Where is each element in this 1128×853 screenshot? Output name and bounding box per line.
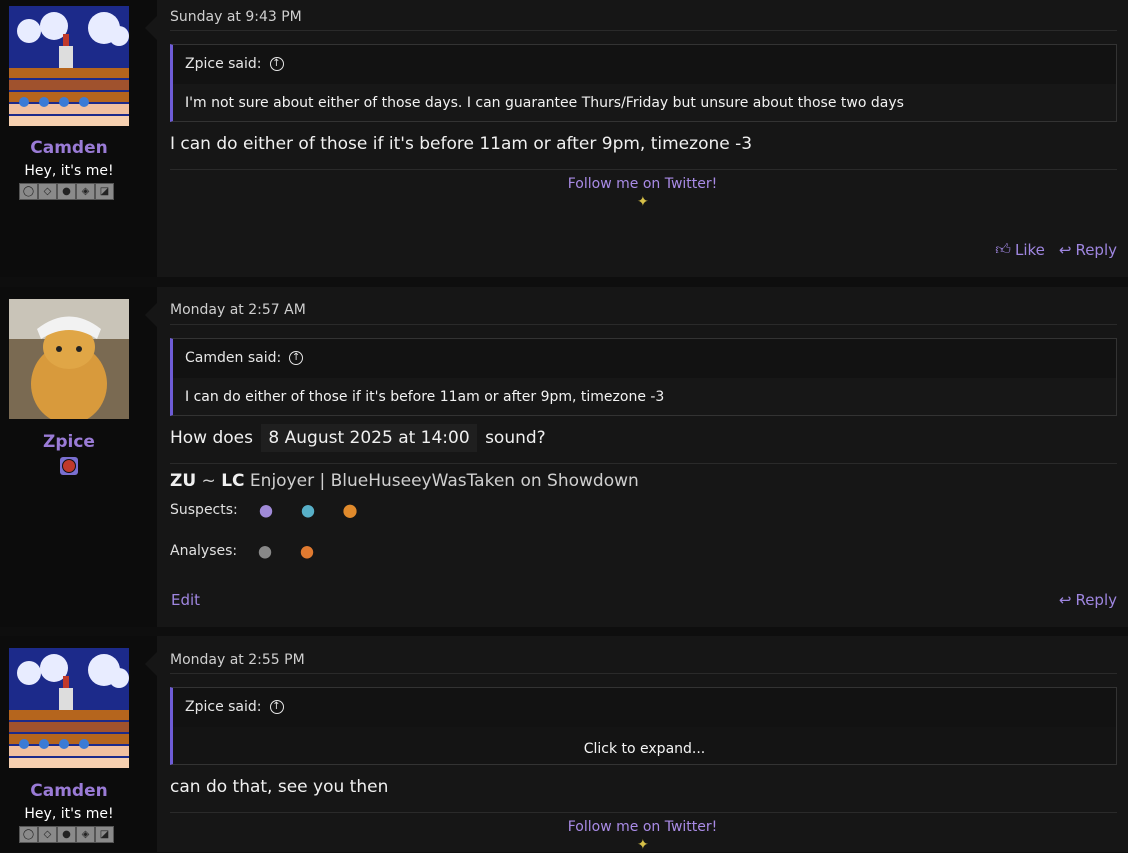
- message-text: How does: [170, 428, 253, 448]
- thumbs-up-icon: 👍︎: [995, 240, 1011, 258]
- post-1: Camden Hey, it's me! ◯ ◇ ● ◈ ◪ Sunday at…: [0, 0, 1128, 277]
- suspects-row: Suspects:: [170, 497, 364, 523]
- badge-icon: ◯: [19, 183, 38, 200]
- analyses-label: Analyses:: [170, 543, 238, 559]
- post-content: Monday at 2:57 AM Camden said: ↑ I can d…: [157, 287, 1128, 627]
- quote-author: Zpice said:: [185, 56, 262, 72]
- badge-icon: ◈: [76, 826, 95, 843]
- divider: [170, 463, 1117, 464]
- reply-icon: ↩: [1058, 591, 1072, 609]
- post-actions: ↩ Reply: [1059, 591, 1117, 609]
- pokemon-sprite-icon: [251, 497, 280, 523]
- reply-icon: ↩: [1058, 240, 1072, 259]
- post-arrow: [145, 652, 157, 676]
- pokemon-sprite-icon: [251, 538, 280, 564]
- username[interactable]: Zpice: [0, 432, 138, 452]
- quote-text: I'm not sure about either of those days.…: [185, 95, 904, 111]
- signature-link[interactable]: Follow me on Twitter!: [157, 176, 1128, 192]
- badge-icon: ◈: [76, 183, 95, 200]
- badge-icon: ◇: [38, 826, 57, 843]
- like-button[interactable]: 👍︎ Like: [995, 240, 1045, 259]
- user-title: Hey, it's me!: [24, 806, 114, 822]
- badge-icon: ◪: [95, 183, 114, 200]
- signature-link[interactable]: Follow me on Twitter!: [157, 819, 1128, 835]
- expand-quote-button[interactable]: Click to expand...: [173, 727, 1116, 764]
- edit-button[interactable]: Edit: [171, 591, 200, 609]
- sig-rest: Enjoyer | BlueHuseeyWasTaken on Showdown: [249, 471, 639, 491]
- user-title: Hey, it's me!: [24, 163, 114, 179]
- post-3: Camden Hey, it's me! ◯ ◇ ● ◈ ◪ Monday at…: [0, 636, 1128, 853]
- badge-icon: ◯: [19, 826, 38, 843]
- post-2: Zpice Monday at 2:57 AM Camden said: ↑ I…: [0, 287, 1128, 627]
- post-actions: 👍︎ Like ↩ Reply: [995, 240, 1117, 259]
- badge-icon: ●: [57, 183, 76, 200]
- analyses-row: Analyses:: [170, 538, 322, 564]
- divider: [170, 169, 1117, 170]
- username[interactable]: Camden: [0, 781, 138, 801]
- reply-button[interactable]: ↩ Reply: [1059, 591, 1117, 609]
- divider: [170, 673, 1117, 674]
- jump-to-quote-icon[interactable]: ↑: [269, 57, 284, 71]
- quote-text: I can do either of those if it's before …: [185, 389, 665, 405]
- user-panel: Zpice: [0, 287, 157, 627]
- jump-to-quote-icon[interactable]: ↑: [289, 351, 304, 365]
- reply-label: Reply: [1075, 240, 1117, 259]
- post-message: can do that, see you then: [170, 777, 389, 797]
- pokemon-sprite-icon: [335, 497, 364, 523]
- signature-text: ZU ~ LC Enjoyer | BlueHuseeyWasTaken on …: [170, 471, 639, 491]
- sig-tier: LC: [221, 471, 245, 491]
- user-badge-icon: [60, 457, 78, 475]
- sig-tier: ZU: [170, 471, 197, 491]
- quote-block: Zpice said: ↑ Click to expand...: [170, 687, 1117, 765]
- pokemon-sprite-icon: [293, 538, 322, 564]
- quote-block: Camden said: ↑ I can do either of those …: [170, 338, 1117, 416]
- jump-to-quote-icon[interactable]: ↑: [269, 700, 284, 714]
- post-message: How does 8 August 2025 at 14:00 sound?: [170, 424, 546, 452]
- post-content: Sunday at 9:43 PM Zpice said: ↑ I'm not …: [157, 0, 1128, 277]
- avatar[interactable]: [9, 6, 129, 126]
- username[interactable]: Camden: [0, 138, 138, 158]
- divider: [170, 30, 1117, 31]
- suspects-label: Suspects:: [170, 502, 238, 518]
- post-arrow: [145, 16, 157, 40]
- pokemon-sprite-icon: [293, 497, 322, 523]
- quote-body: I'm not sure about either of those days.…: [173, 84, 1116, 121]
- post-timestamp[interactable]: Monday at 2:55 PM: [170, 652, 305, 668]
- like-label: Like: [1014, 240, 1045, 259]
- post-timestamp[interactable]: Sunday at 9:43 PM: [170, 9, 302, 25]
- quote-author: Zpice said:: [185, 699, 262, 715]
- date-chip[interactable]: 8 August 2025 at 14:00: [261, 424, 477, 452]
- post-arrow: [145, 303, 157, 327]
- badge-icon: ◪: [95, 826, 114, 843]
- post-content: Monday at 2:55 PM Zpice said: ↑ Click to…: [157, 636, 1128, 853]
- user-badges: ◯ ◇ ● ◈ ◪: [19, 183, 114, 200]
- expand-label: Click to expand...: [583, 741, 706, 757]
- message-text: sound?: [485, 428, 546, 448]
- avatar[interactable]: [9, 299, 129, 419]
- divider: [170, 324, 1117, 325]
- quote-header[interactable]: Camden said: ↑: [185, 350, 304, 366]
- quote-body: I can do either of those if it's before …: [173, 378, 1116, 415]
- post-timestamp[interactable]: Monday at 2:57 AM: [170, 302, 306, 318]
- quote-block: Zpice said: ↑ I'm not sure about either …: [170, 44, 1117, 122]
- badge-icon: ●: [57, 826, 76, 843]
- avatar[interactable]: [9, 648, 129, 768]
- user-panel: Camden Hey, it's me! ◯ ◇ ● ◈ ◪: [0, 636, 157, 852]
- quote-header[interactable]: Zpice said: ↑: [185, 56, 284, 72]
- badge-icon: ◇: [38, 183, 57, 200]
- divider: [170, 812, 1117, 813]
- reply-button[interactable]: ↩ Reply: [1059, 240, 1117, 259]
- signature-sprite-icon: ✦: [637, 837, 649, 853]
- reply-label: Reply: [1075, 591, 1117, 609]
- user-panel: Camden Hey, it's me! ◯ ◇ ● ◈ ◪: [0, 0, 157, 277]
- user-badges: ◯ ◇ ● ◈ ◪: [19, 826, 114, 843]
- quote-author: Camden said:: [185, 350, 282, 366]
- post-message: I can do either of those if it's before …: [170, 134, 753, 154]
- quote-header[interactable]: Zpice said: ↑: [185, 699, 284, 715]
- sig-separator: ~: [201, 471, 216, 491]
- signature-sprite-icon: ✦: [637, 194, 649, 210]
